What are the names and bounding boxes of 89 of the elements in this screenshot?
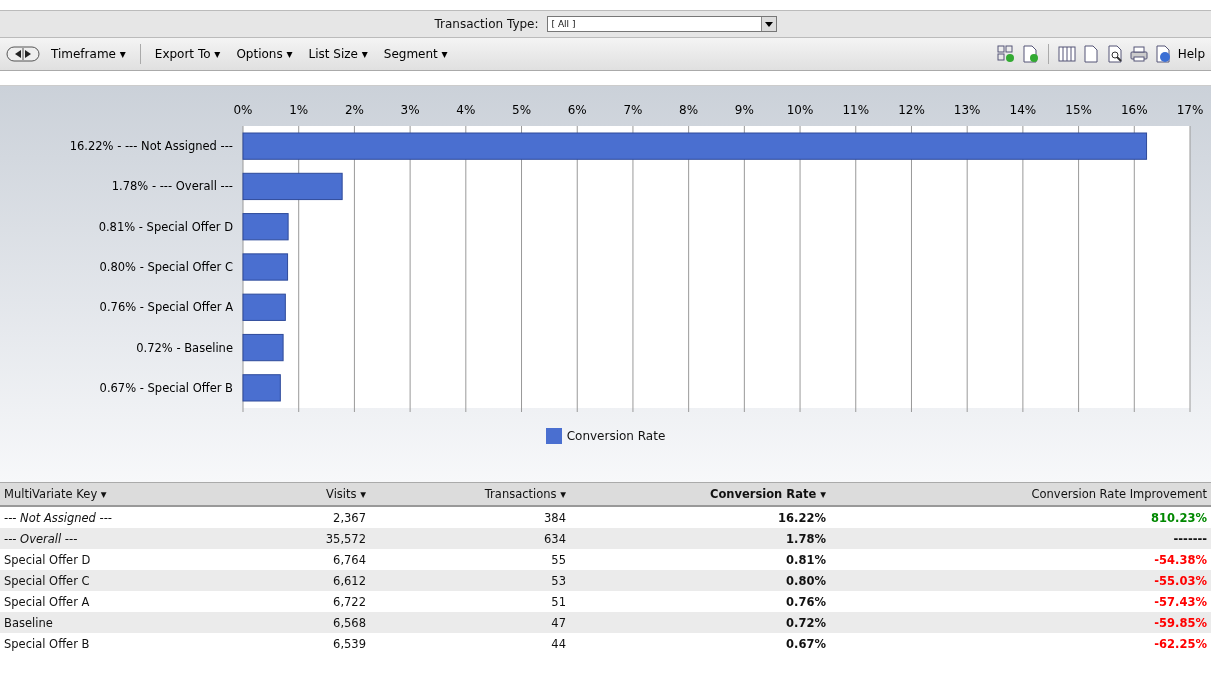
table-cell: Special Offer D — [0, 549, 250, 570]
table-cell: 6,568 — [250, 612, 370, 633]
axis-tick-label: 2% — [344, 103, 364, 117]
table-cell: 384 — [370, 506, 570, 528]
toolbar-menu[interactable]: Timeframe ▾ — [46, 45, 131, 63]
toolbar-menu[interactable]: Options ▾ — [231, 45, 298, 63]
help-icon[interactable] — [1153, 45, 1172, 63]
table-cell: 16.22% — [570, 506, 830, 528]
bar — [242, 253, 289, 281]
back-forward-icon[interactable] — [6, 45, 40, 63]
axis-tick-label: 4% — [456, 103, 476, 117]
toolbar-menu[interactable]: Segment ▾ — [378, 45, 453, 63]
table-cell: -54.38% — [830, 549, 1211, 570]
axis-tick-label: 1% — [289, 103, 309, 117]
toolbar-menu[interactable]: Export To ▾ — [149, 45, 226, 63]
axis-tick-label: 11% — [842, 103, 870, 117]
table-cell: Special Offer C — [0, 570, 250, 591]
table-cell: 6,612 — [250, 570, 370, 591]
table-cell: ------- — [830, 528, 1211, 549]
category-label: 0.80% - Special Offer C — [99, 260, 233, 274]
table-cell: 0.67% — [570, 633, 830, 654]
axis-tick-label: 5% — [512, 103, 532, 117]
bar — [242, 374, 281, 402]
help-link[interactable]: Help — [1177, 47, 1205, 61]
table-cell: 810.23% — [830, 506, 1211, 528]
column-header[interactable]: Conversion Rate Improvement — [830, 482, 1211, 506]
toolbar-menu[interactable]: List Size ▾ — [303, 45, 373, 63]
axis-tick-label: 16% — [1120, 103, 1148, 117]
table-cell: -57.43% — [830, 591, 1211, 612]
add-page-icon[interactable] — [1020, 45, 1039, 63]
table-cell: 6,722 — [250, 591, 370, 612]
transaction-type-dropdown[interactable]: [ All ] — [546, 16, 777, 32]
caret-icon[interactable] — [760, 17, 776, 31]
table-cell: 0.80% — [570, 570, 830, 591]
column-header[interactable]: Visits ▾ — [250, 482, 370, 506]
bar — [242, 293, 286, 321]
axis-tick-label: 17% — [1176, 103, 1204, 117]
table-cell: 53 — [370, 570, 570, 591]
table-cell: 51 — [370, 591, 570, 612]
table-cell: 2,367 — [250, 506, 370, 528]
page-icon[interactable] — [1081, 45, 1100, 63]
axis-tick-label: 13% — [953, 103, 981, 117]
axis-tick-label: 7% — [623, 103, 643, 117]
table-cell: Baseline — [0, 612, 250, 633]
table-cell: -59.85% — [830, 612, 1211, 633]
column-header[interactable]: Conversion Rate ▾ — [570, 482, 830, 506]
table-cell: 55 — [370, 549, 570, 570]
table-cell: Special Offer B — [0, 633, 250, 654]
print-icon[interactable] — [1129, 45, 1148, 63]
table-cell: 47 — [370, 612, 570, 633]
category-label: 0.67% - Special Offer B — [99, 380, 233, 395]
category-label: 0.72% - Baseline — [136, 340, 233, 355]
table-cell: 634 — [370, 528, 570, 549]
axis-tick-label: 6% — [567, 103, 587, 117]
category-label: 16.22% - --- Not Assigned --- — [69, 139, 233, 154]
table-cell: 6,539 — [250, 633, 370, 654]
table-cell: 0.76% — [570, 591, 830, 612]
legend-label: Conversion Rate — [566, 429, 666, 443]
print-preview-icon[interactable] — [1105, 45, 1124, 63]
add-grid-icon[interactable] — [996, 45, 1015, 63]
table-cell: --- Overall --- — [0, 528, 250, 549]
column-header[interactable]: Transactions ▾ — [370, 482, 570, 506]
axis-tick-label: 15% — [1065, 103, 1092, 117]
axis-tick-label: 3% — [400, 103, 420, 117]
table-cell: -55.03% — [830, 570, 1211, 591]
table-cell: 44 — [370, 633, 570, 654]
columns-icon[interactable] — [1057, 45, 1076, 63]
axis-tick-label: 9% — [734, 103, 754, 117]
bar — [242, 213, 289, 241]
table-cell: 35,572 — [250, 528, 370, 549]
table-cell: Special Offer A — [0, 591, 250, 612]
table-cell: -62.25% — [830, 633, 1211, 654]
category-label: 0.81% - Special Offer D — [98, 219, 233, 234]
axis-tick-label: 12% — [898, 103, 925, 117]
axis-tick-label: 14% — [1009, 103, 1037, 117]
table-cell: 1.78% — [570, 528, 830, 549]
axis-tick-label: 8% — [679, 103, 699, 117]
column-header[interactable]: MultiVariate Key ▾ — [0, 482, 250, 506]
table-cell: 0.81% — [570, 549, 830, 570]
bar — [242, 333, 284, 362]
category-label: 0.76% - Special Offer A — [99, 300, 233, 315]
axis-tick-label: 0% — [233, 103, 253, 117]
legend-swatch — [545, 428, 562, 444]
table-cell: --- Not Assigned --- — [0, 506, 250, 528]
table-cell: 0.72% — [570, 612, 830, 633]
category-label: 1.78% - --- Overall --- — [111, 179, 233, 194]
table-cell: 6,764 — [250, 549, 370, 570]
filter-label: Transaction Type: — [434, 17, 539, 31]
axis-tick-label: 10% — [786, 103, 814, 117]
